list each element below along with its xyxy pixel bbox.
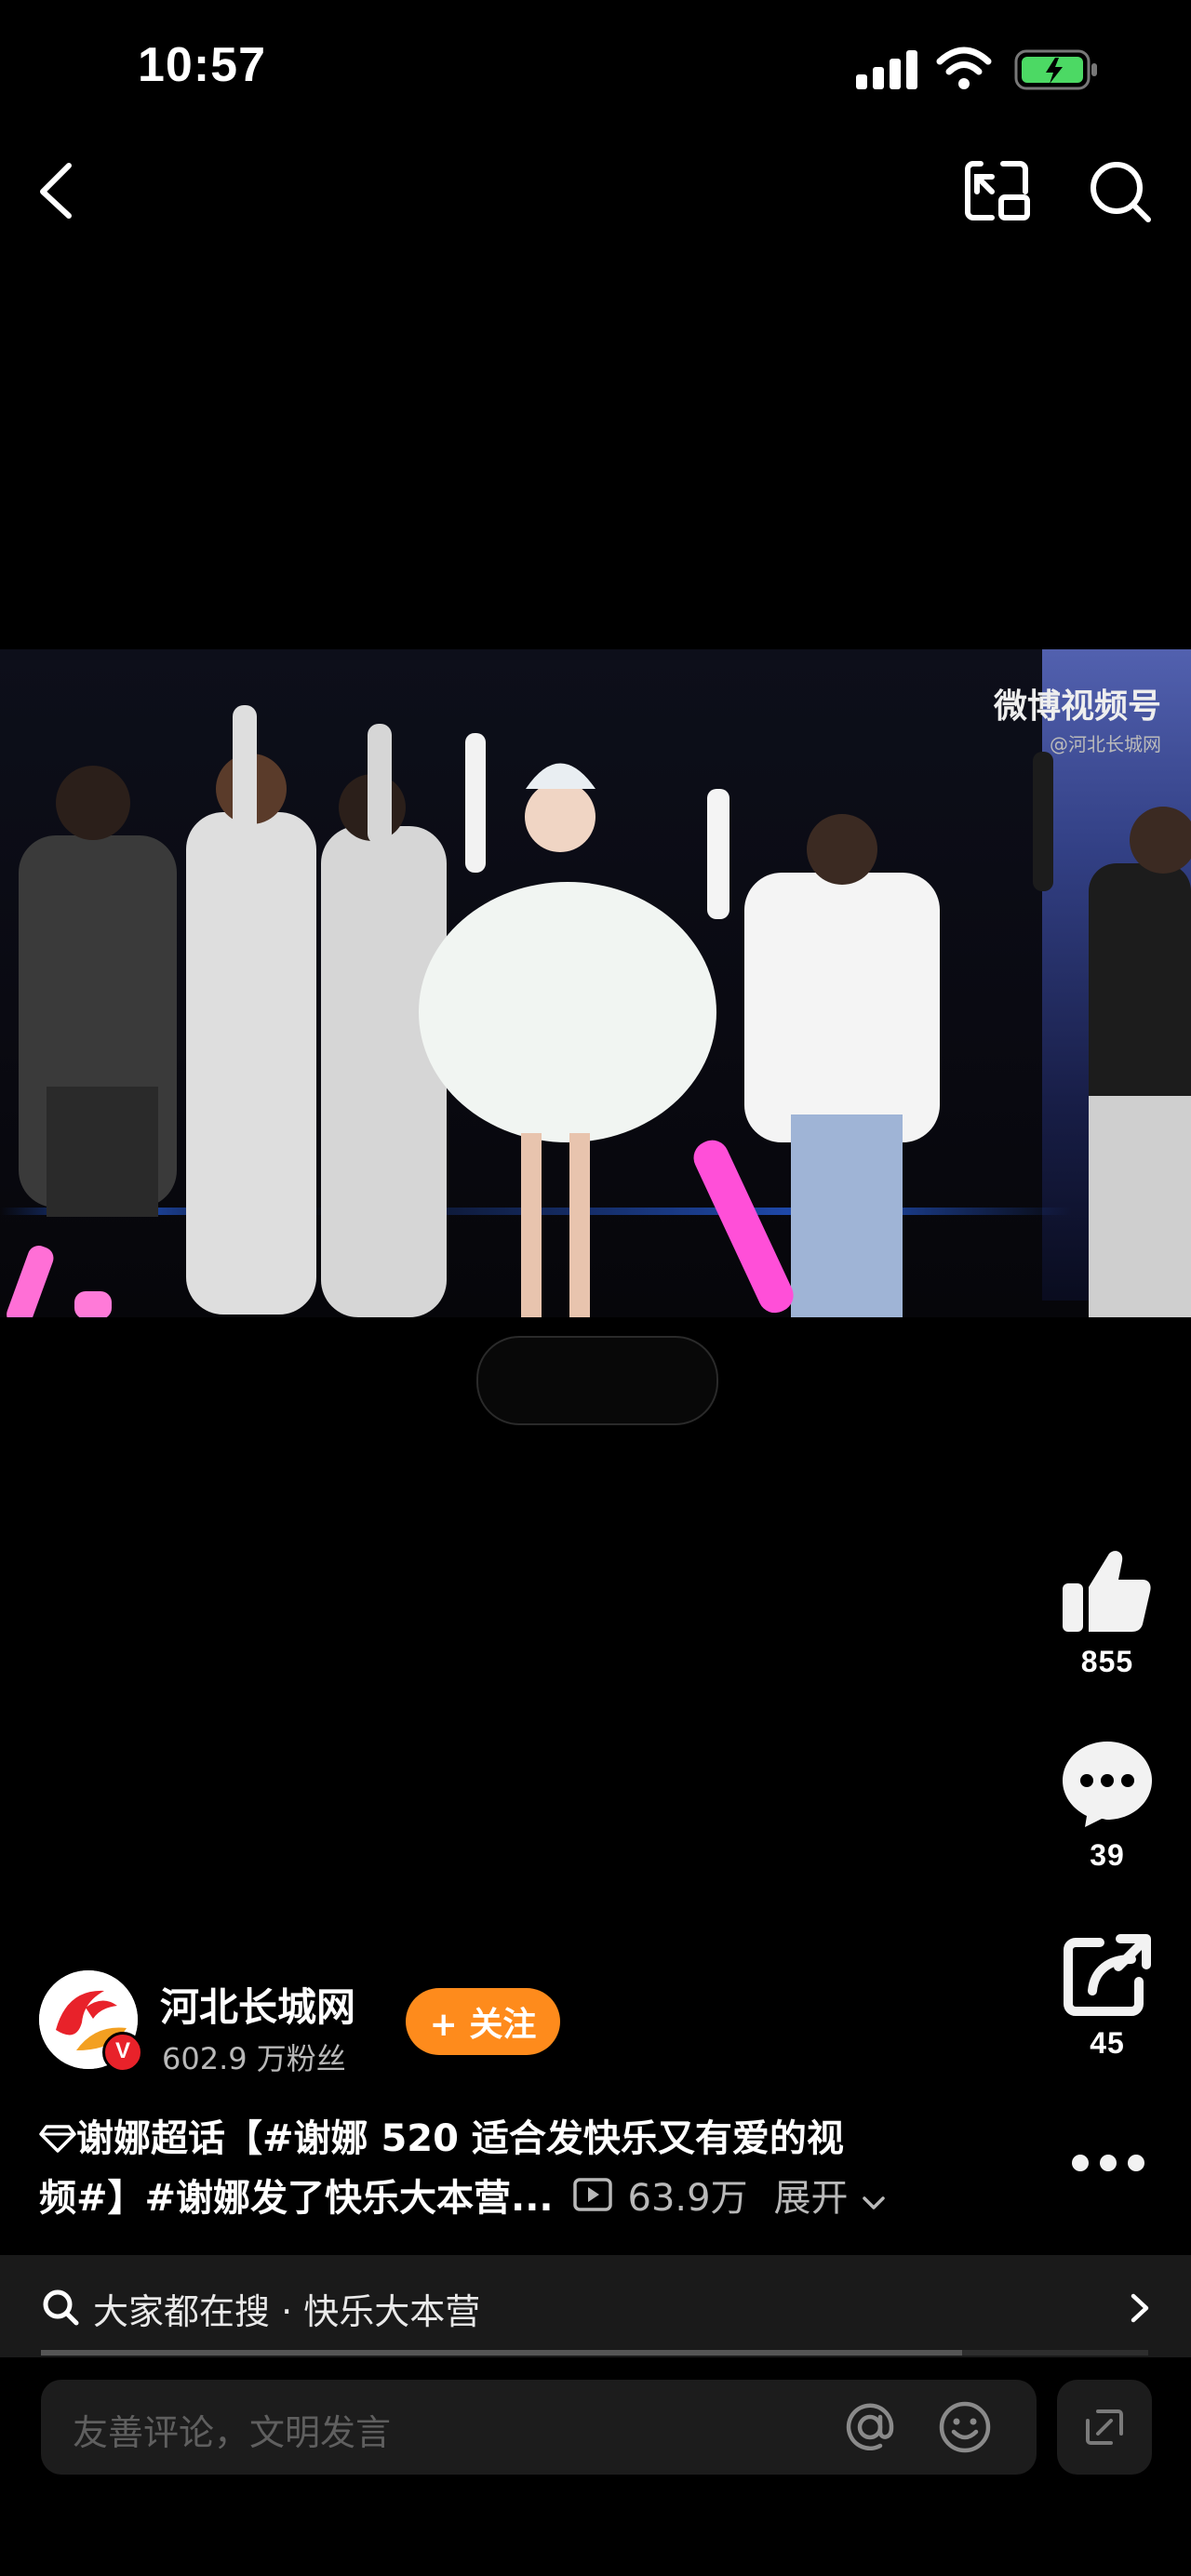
chevron-right-icon	[1128, 2290, 1152, 2326]
share-count: 45	[1090, 2026, 1125, 2060]
search-icon[interactable]	[1087, 158, 1152, 223]
watermark-main: 微博视频号	[993, 687, 1161, 726]
suggestion-search-icon	[41, 2288, 80, 2327]
verified-badge: V	[102, 2032, 143, 2073]
like-button[interactable]: 855	[1051, 1546, 1163, 1679]
search-suggestion-text[interactable]: 大家都在搜 · 快乐大本营	[93, 2283, 480, 2334]
pip-icon[interactable]	[964, 160, 1031, 221]
back-icon[interactable]	[33, 158, 80, 223]
share-button[interactable]: 45	[1051, 1933, 1163, 2061]
video-caption[interactable]: 谢娜超话【#谢娜 520 适合发快乐又有爱的视 频#】#谢娜发了快乐大本营...…	[39, 2110, 932, 2229]
share-icon	[1051, 1933, 1163, 2021]
signal-icon	[856, 48, 921, 89]
comment-icon	[1051, 1736, 1163, 1833]
comment-count: 39	[1090, 1838, 1125, 1872]
watermark-sub: @河北长城网	[1050, 733, 1161, 755]
wifi-icon	[936, 45, 992, 91]
follow-button[interactable]: + 关注	[406, 1988, 560, 2055]
home-indicator	[395, 2551, 796, 2562]
expand-link[interactable]: 展开	[774, 2177, 849, 2220]
like-icon	[1051, 1546, 1163, 1639]
caption-text-line-2: 频#】#谢娜发了快乐大本营...	[39, 2177, 554, 2220]
caption-text-line-1: 谢娜超话【#谢娜 520 适合发快乐又有爱的视	[76, 2117, 844, 2160]
chevron-down-icon	[861, 2171, 889, 2229]
view-count: 63.9万	[627, 2177, 748, 2220]
comment-button[interactable]: 39	[1051, 1736, 1163, 1873]
video-watermark: 微博视频号 @河北长城网	[994, 679, 1161, 756]
caption-line-2: 频#】#谢娜发了快乐大本营... 63.9万 展开	[39, 2169, 932, 2229]
video-player[interactable]: 微博视频号 @河北长城网	[0, 649, 1191, 1317]
status-time: 10:57	[138, 38, 266, 92]
more-icon[interactable]	[1066, 2149, 1150, 2177]
playback-progress	[41, 2350, 962, 2356]
expand-icon	[1085, 2408, 1124, 2447]
diamond-icon	[39, 2112, 76, 2169]
like-count: 855	[1080, 1645, 1134, 1678]
avatar[interactable]: V	[39, 1970, 143, 2073]
caption-line-1: 谢娜超话【#谢娜 520 适合发快乐又有爱的视	[39, 2110, 932, 2169]
emoji-icon[interactable]	[938, 2400, 992, 2454]
at-icon[interactable]	[843, 2400, 897, 2454]
author-name[interactable]: 河北长城网	[160, 1976, 355, 2033]
expand-comments-button[interactable]	[1057, 2380, 1152, 2475]
play-icon	[572, 2171, 615, 2229]
battery-icon	[1014, 48, 1100, 91]
author-fans: 602.9 万粉丝	[162, 2041, 346, 2076]
comment-placeholder: 友善评论，文明发言	[73, 2412, 392, 2453]
video-progress-pill[interactable]	[476, 1336, 718, 1425]
